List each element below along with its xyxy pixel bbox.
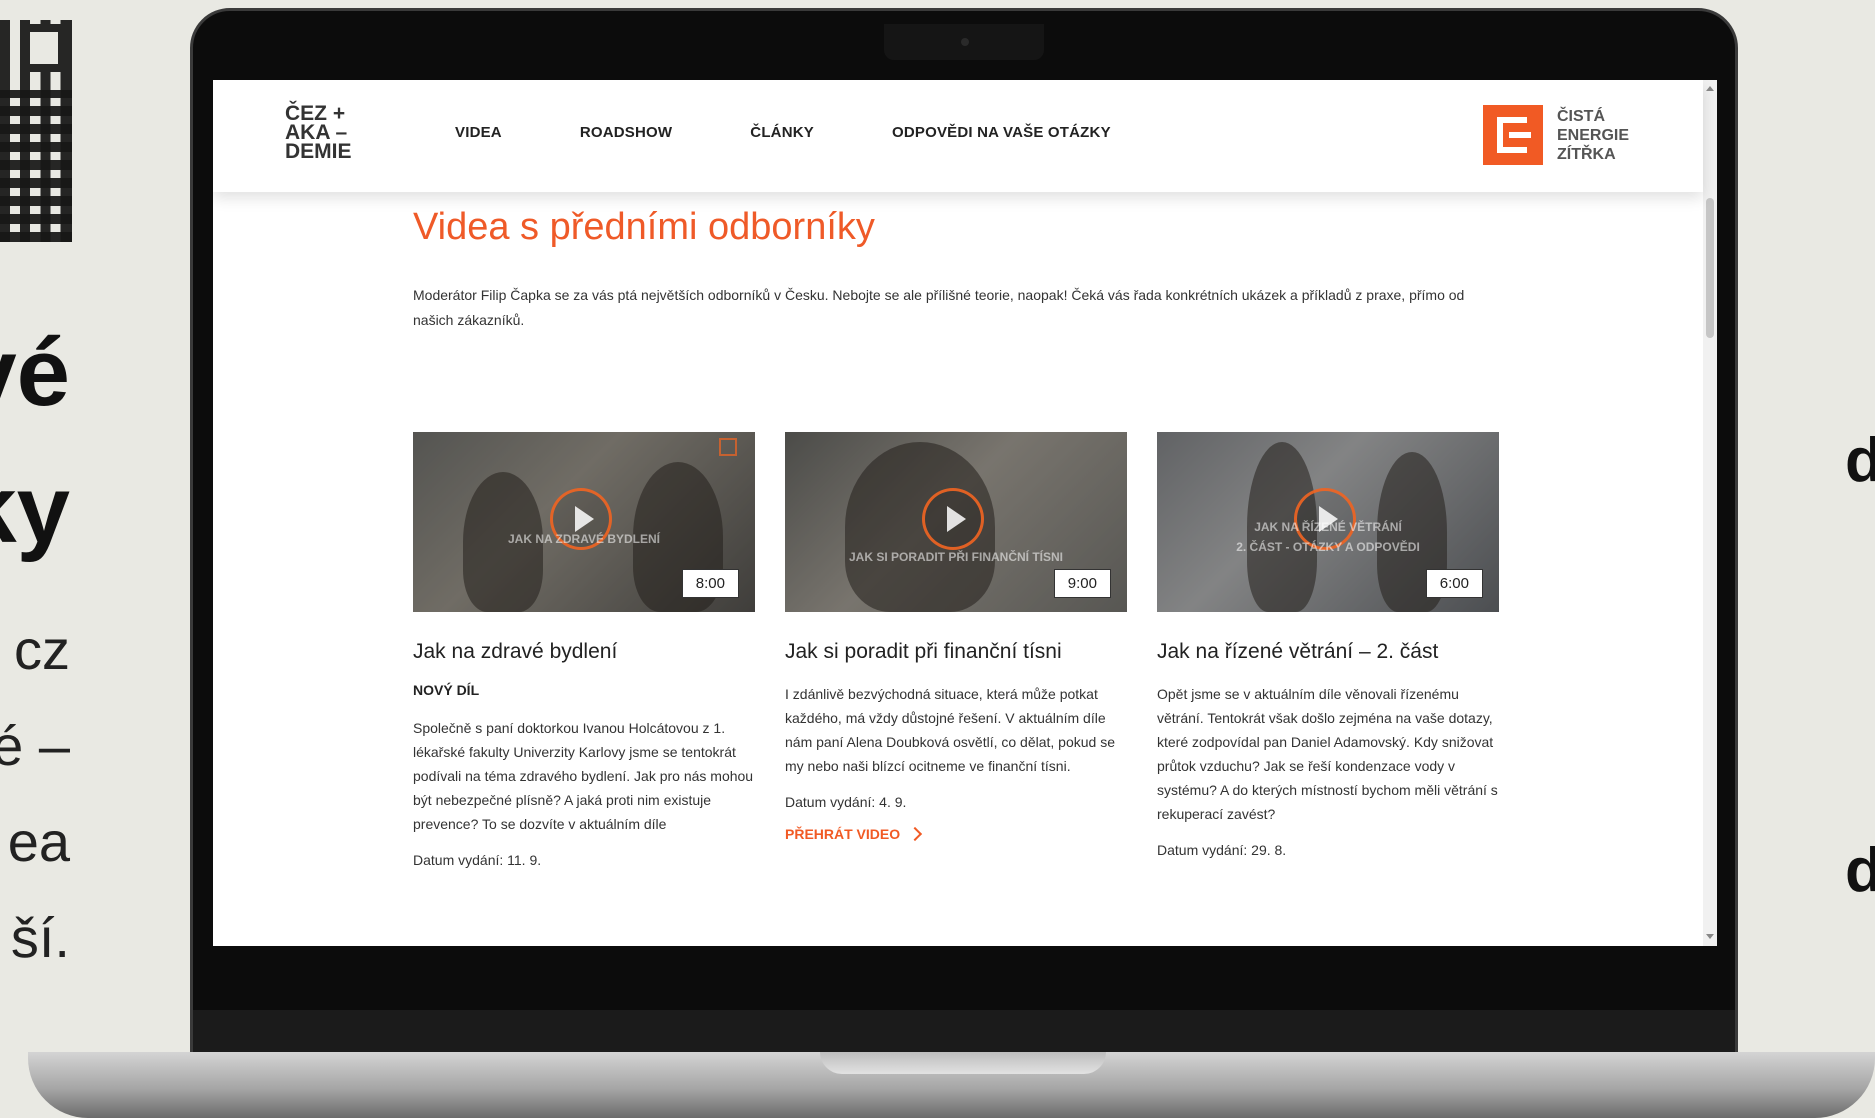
- video-date: Datum vydání: 29. 8.: [1157, 842, 1287, 858]
- thumbnail-overlay-title: JAK SI PORADIT PŘI FINANČNÍ TÍSNI: [848, 550, 1063, 564]
- cez-watermark-icon: [719, 438, 737, 456]
- new-episode-badge: NOVÝ DÍL: [413, 682, 480, 698]
- nav-item-videa[interactable]: VIDEA: [455, 124, 502, 141]
- scroll-thumb[interactable]: [1706, 198, 1714, 338]
- play-video-label: PŘEHRÁT VIDEO: [785, 826, 901, 842]
- logo-line-3: DEMIE: [285, 140, 352, 163]
- video-card: JAK NA ŘÍZENÉ VĚTRÁNÍ 2. ČÁST - OTÁZKY A…: [1157, 432, 1499, 858]
- video-description: Opět jsme se v aktuálním díle věnovali ř…: [1157, 686, 1498, 822]
- brand-line-2: ENERGIE: [1557, 126, 1630, 144]
- play-icon[interactable]: [922, 488, 984, 550]
- laptop-opening-notch: [820, 1052, 1106, 1074]
- video-duration: 9:00: [1053, 569, 1111, 598]
- nav-item-roadshow[interactable]: ROADSHOW: [580, 124, 672, 141]
- slide-text-fragment-1: cz: [14, 618, 70, 681]
- nav-item-odpovedi[interactable]: ODPOVĚDI NA VAŠE OTÁZKY: [892, 124, 1111, 141]
- video-title[interactable]: Jak na řízené větrání – 2. část: [1157, 640, 1499, 664]
- laptop-bottom-bezel: [193, 1010, 1735, 1052]
- brand-text: ČISTÁ ENERGIE ZÍTŘKA: [1557, 107, 1629, 164]
- video-date: Datum vydání: 11. 9.: [413, 852, 542, 868]
- slide-text-fragment-3: ea: [7, 810, 70, 873]
- slide-text-fragment-4: ší.: [10, 906, 70, 969]
- slide-right-fragment-1: d: [1845, 426, 1875, 495]
- video-description: I zdánlivě bezvýchodná situace, která mů…: [785, 686, 1115, 774]
- video-duration: 8:00: [681, 569, 739, 598]
- main-nav: VIDEA ROADSHOW ČLÁNKY ODPOVĚDI NA VAŠE O…: [455, 124, 1189, 141]
- thumbnail-overlay-title-line-1: JAK NA ŘÍZENÉ VĚTRÁNÍ: [1254, 520, 1402, 534]
- scroll-up-arrow-icon[interactable]: [1706, 86, 1714, 91]
- page-scrollbar[interactable]: [1703, 80, 1717, 946]
- video-title[interactable]: Jak si poradit při finanční tísni: [785, 640, 1127, 664]
- video-card: JAK SI PORADIT PŘI FINANČNÍ TÍSNI 9:00 J…: [785, 432, 1127, 844]
- cista-energie-zitrka-logo[interactable]: ČISTÁ ENERGIE ZÍTŘKA: [1483, 105, 1629, 165]
- scroll-down-arrow-icon[interactable]: [1706, 934, 1714, 939]
- brand-line-1: ČISTÁ: [1557, 107, 1605, 125]
- page-title: Videa s předními odborníky: [413, 206, 875, 248]
- video-thumbnail[interactable]: JAK SI PORADIT PŘI FINANČNÍ TÍSNI 9:00: [785, 432, 1127, 612]
- video-thumbnail[interactable]: JAK NA ŘÍZENÉ VĚTRÁNÍ 2. ČÁST - OTÁZKY A…: [1157, 432, 1499, 612]
- video-card: JAK NA ZDRAVÉ BYDLENÍ 8:00 Jak na zdravé…: [413, 432, 755, 868]
- brand-line-3: ZÍTŘKA: [1557, 145, 1616, 163]
- video-title[interactable]: Jak na zdravé bydlení: [413, 640, 755, 664]
- chevron-right-icon: [908, 826, 923, 842]
- cez-akademie-logo[interactable]: ČEZ + AKA – DEMIE: [285, 103, 365, 163]
- nav-item-clanky[interactable]: ČLÁNKY: [750, 124, 814, 141]
- video-duration: 6:00: [1425, 569, 1483, 598]
- page-intro: Moderátor Filip Čapka se za vás ptá nejv…: [413, 287, 1465, 328]
- video-thumbnail[interactable]: JAK NA ZDRAVÉ BYDLENÍ 8:00: [413, 432, 755, 612]
- cez-logo-icon: [1483, 105, 1543, 165]
- laptop-screen: ČEZ + AKA – DEMIE VIDEA ROADSHOW ČLÁNKY …: [213, 80, 1717, 946]
- slide-text-fragment-2: é –: [0, 714, 70, 777]
- thumbnail-overlay-title: JAK NA ZDRAVÉ BYDLENÍ: [507, 532, 660, 546]
- slide-heading-fragment-1: vé: [0, 319, 70, 426]
- thumbnail-overlay-title-line-2: 2. ČÁST - OTÁZKY A ODPOVĚDI: [1236, 540, 1420, 554]
- camera-icon: [961, 38, 969, 46]
- video-description: Společně s paní doktorkou Ivanou Holcáto…: [413, 720, 754, 832]
- play-video-link[interactable]: PŘEHRÁT VIDEO: [785, 826, 923, 842]
- qr-code: [0, 20, 72, 242]
- slide-heading-fragment-2: ky: [0, 456, 70, 563]
- slide-right-fragment-2: d: [1845, 836, 1875, 905]
- site-header: ČEZ + AKA – DEMIE VIDEA ROADSHOW ČLÁNKY …: [213, 80, 1703, 192]
- video-date: Datum vydání: 4. 9.: [785, 794, 907, 810]
